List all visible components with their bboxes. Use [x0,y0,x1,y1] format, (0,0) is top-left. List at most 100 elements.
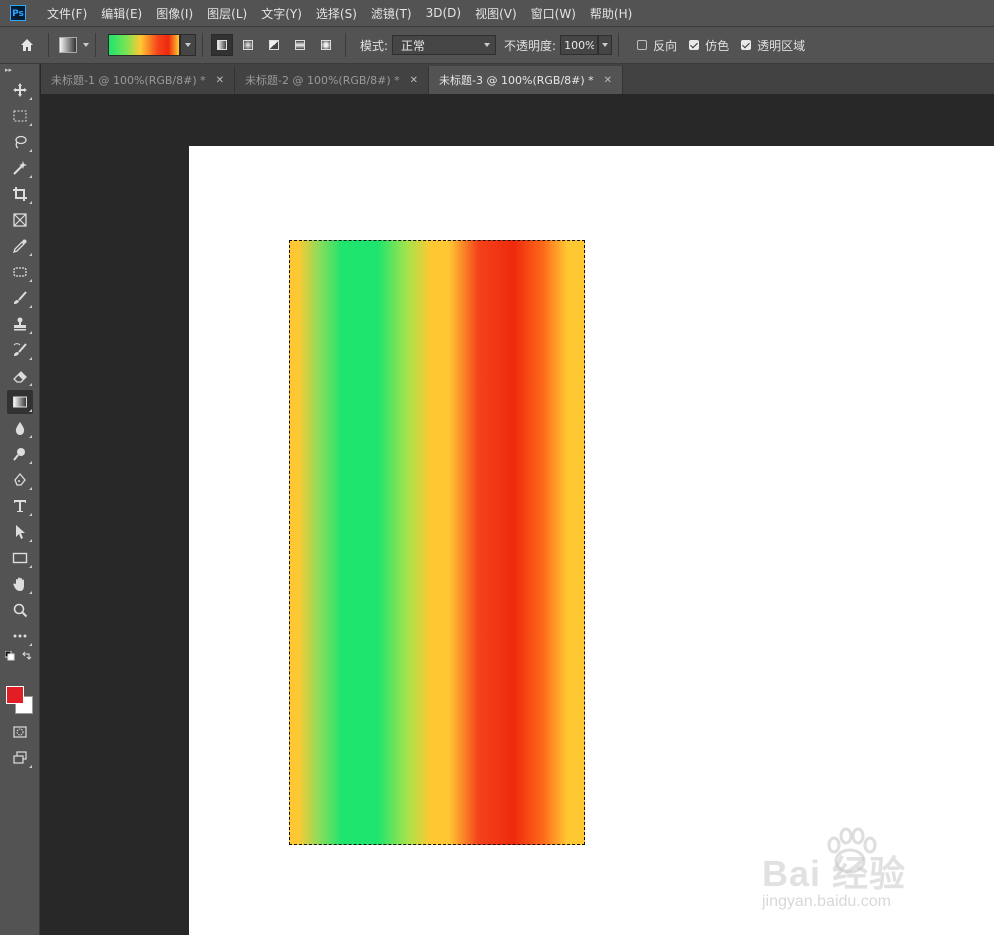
close-icon[interactable]: ✕ [216,75,224,86]
menu-window[interactable]: 窗口(W) [524,5,583,22]
reverse-option[interactable]: 反向 [637,37,677,54]
marquee-icon [13,110,27,122]
drop-icon [15,422,25,435]
move-tool[interactable] [7,78,33,102]
tab-untitled-2[interactable]: 未标题-2 @ 100%(RGB/8#) * ✕ [235,66,430,94]
menu-layer[interactable]: 图层(L) [200,5,254,22]
tools-panel: ▸▸ [0,64,40,935]
separator [202,33,203,57]
transparency-option[interactable]: 透明区域 [741,37,805,54]
menu-bar: Ps 文件(F) 编辑(E) 图像(I) 图层(L) 文字(Y) 选择(S) 滤… [0,0,994,26]
photoshop-logo-icon: Ps [10,5,26,21]
menu-select[interactable]: 选择(S) [309,5,364,22]
home-button[interactable] [12,30,42,60]
screen-mode-icon [13,751,27,764]
tab-title: 未标题-2 @ 100%(RGB/8#) * [245,74,400,87]
chevron-down-icon [602,43,609,47]
eraser-tool[interactable] [7,364,33,388]
document-tab-bar: 未标题-1 @ 100%(RGB/8#) * ✕ 未标题-2 @ 100%(RG… [41,64,994,94]
dodge-icon [13,448,25,461]
marquee-tool[interactable] [7,104,33,128]
menu-type[interactable]: 文字(Y) [254,5,309,22]
pen-tool[interactable] [7,468,33,492]
quick-mask-tool[interactable] [7,720,33,744]
edit-toolbar-button[interactable] [7,624,33,648]
zoom-tool[interactable] [7,598,33,622]
magic-wand-tool[interactable] [7,156,33,180]
menu-image[interactable]: 图像(I) [149,5,200,22]
path-selection-tool[interactable] [7,520,33,544]
chevron-down-icon[interactable] [83,43,89,47]
type-tool[interactable] [7,494,33,518]
eyedropper-icon [12,239,27,254]
reverse-label: 反向 [653,38,678,53]
dodge-tool[interactable] [7,442,33,466]
close-icon[interactable]: ✕ [604,75,612,86]
crop-icon [13,187,27,201]
radial-gradient-button[interactable] [237,34,259,56]
frame-icon [13,213,27,227]
default-colors-icon[interactable] [5,651,15,661]
menu-3d[interactable]: 3D(D) [419,6,468,20]
transparency-label: 透明区域 [757,38,806,53]
collapse-toolbar-icon[interactable]: ▸▸ [0,64,39,76]
options-bar: 模式: 正常 不透明度: 反向 仿色 透明区域 [0,26,994,64]
gradient-picker-dropdown[interactable] [180,34,196,56]
linear-gradient-icon [217,40,227,50]
transparency-checkbox[interactable] [741,40,752,50]
opacity-dropdown[interactable] [598,35,613,55]
blur-tool[interactable] [7,416,33,440]
tab-untitled-3[interactable]: 未标题-3 @ 100%(RGB/8#) * ✕ [429,66,624,94]
eyedropper-tool[interactable] [7,234,33,258]
reflected-gradient-button[interactable] [289,34,311,56]
menu-edit[interactable]: 编辑(E) [94,5,149,22]
reverse-checkbox[interactable] [637,40,648,50]
menu-view[interactable]: 视图(V) [468,5,524,22]
quick-mask-button[interactable] [7,720,33,744]
separator [618,33,620,57]
frame-tool[interactable] [7,208,33,232]
screen-mode-button[interactable] [7,746,33,770]
angle-gradient-button[interactable] [263,34,285,56]
menu-help[interactable]: 帮助(H) [583,5,639,22]
home-icon [21,39,33,51]
bandage-icon [13,267,27,277]
blend-mode-value: 正常 [401,38,426,53]
screen-mode-tool[interactable] [7,746,33,770]
gradient-tool[interactable] [7,390,33,414]
clone-stamp-tool[interactable] [7,312,33,336]
lasso-tool[interactable] [7,130,33,154]
gradient-editor-swatch[interactable] [108,34,180,56]
lasso-icon [15,135,27,149]
rectangle-tool[interactable] [7,546,33,570]
swap-colors-icon[interactable] [22,651,32,661]
close-icon[interactable]: ✕ [410,75,418,86]
tab-untitled-1[interactable]: 未标题-1 @ 100%(RGB/8#) * ✕ [41,66,236,94]
chevron-down-icon [185,43,191,47]
menu-file[interactable]: 文件(F) [40,5,94,22]
radial-gradient-icon [243,40,253,50]
healing-brush-tool[interactable] [7,260,33,284]
tab-title: 未标题-1 @ 100%(RGB/8#) * [51,74,206,87]
document-canvas[interactable] [189,146,994,935]
brush-tool[interactable] [7,286,33,310]
dither-checkbox[interactable] [689,40,700,50]
brush-icon [14,291,27,304]
dither-option[interactable]: 仿色 [689,37,729,54]
hand-tool[interactable] [7,572,33,596]
foreground-color-swatch[interactable] [6,686,24,704]
gradient-filled-selection[interactable] [289,240,585,845]
pen-icon [14,472,26,486]
tab-title: 未标题-3 @ 100%(RGB/8#) * [439,74,594,87]
history-brush-tool[interactable] [7,338,33,362]
tool-preset-picker[interactable] [59,37,77,53]
menu-filter[interactable]: 滤镜(T) [364,5,419,22]
chevron-down-icon [484,43,491,47]
rectangle-icon [12,552,28,564]
crop-tool[interactable] [7,182,33,206]
blend-mode-select[interactable]: 正常 [392,35,497,55]
opacity-input[interactable] [560,35,599,55]
diamond-gradient-button[interactable] [315,34,337,56]
linear-gradient-button[interactable] [211,34,233,56]
canvas-area[interactable] [41,94,994,935]
